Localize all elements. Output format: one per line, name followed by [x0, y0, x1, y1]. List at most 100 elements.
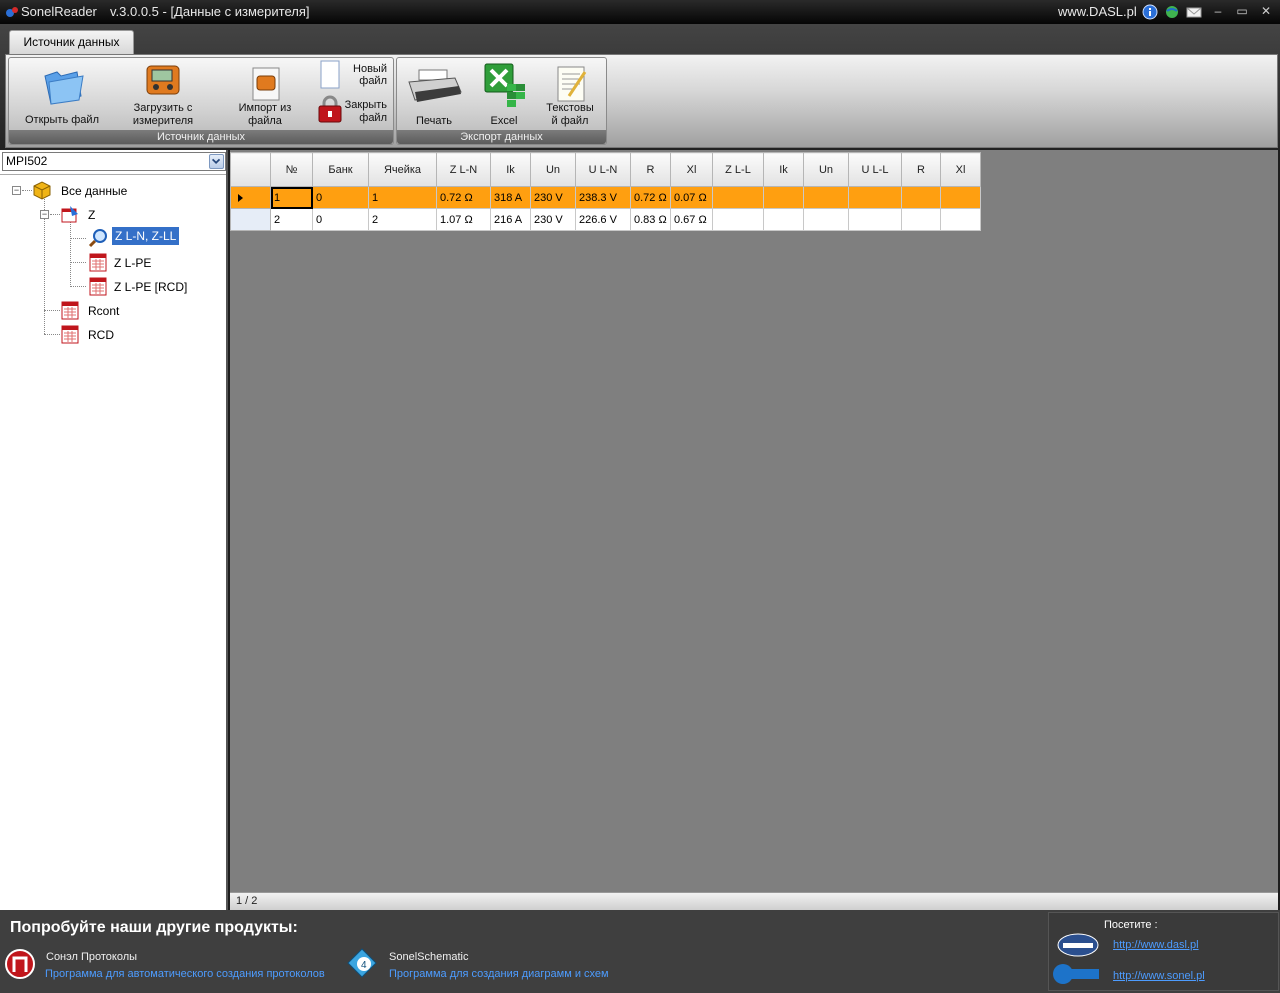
load-from-meter-button[interactable]: Загрузить с измерителя — [123, 62, 203, 128]
meter-device-icon — [146, 65, 180, 95]
database-box-icon — [33, 181, 51, 200]
product-protocols-name[interactable]: Сонэл Протоколы — [46, 951, 137, 963]
table-cell[interactable]: 226.6 V — [575, 208, 631, 231]
tab-data-source[interactable]: Источник данных — [9, 30, 134, 54]
promo-title: Попробуйте наши другие продукты: — [10, 919, 298, 936]
product-schematic-name[interactable]: SonelSchematic — [389, 951, 469, 963]
table-cell[interactable] — [940, 186, 981, 209]
table-row[interactable]: 1 0 1 0.72 Ω 318 A 230 V 238.3 V 0.72 Ω … — [230, 186, 981, 209]
table-cell[interactable] — [848, 186, 902, 209]
visit-title: Посетите : — [1104, 919, 1158, 931]
table-row[interactable]: 2 0 2 1.07 Ω 216 A 230 V 226.6 V 0.83 Ω … — [230, 208, 981, 231]
table-cell[interactable] — [901, 186, 941, 209]
table-cell[interactable] — [763, 208, 804, 231]
sonel-schematic-icon[interactable]: 4 — [346, 947, 378, 979]
tree-node-rcont[interactable]: Rcont — [88, 304, 119, 318]
table-cell[interactable]: 216 A — [490, 208, 531, 231]
table-cell[interactable] — [803, 186, 849, 209]
print-label: Печать — [415, 115, 453, 127]
table-cell[interactable] — [940, 208, 981, 231]
table-cell[interactable] — [712, 186, 764, 209]
tree-node-zln-zll[interactable]: Z L-N, Z-LL — [112, 227, 180, 245]
table-cell[interactable]: 0 — [312, 208, 369, 231]
table-cell[interactable]: 1 — [368, 186, 437, 209]
maximize-button[interactable]: ▭ — [1234, 3, 1250, 19]
tree-node-zlpe-rcd[interactable]: Z L-PE [RCD] — [114, 280, 187, 294]
table-cell[interactable]: 0 — [312, 186, 369, 209]
table-cell[interactable]: 230 V — [530, 186, 576, 209]
data-source-group: Источник данных Открыть файл Загрузить с… — [8, 57, 394, 145]
data-grid-area: № Банк Ячейка Z L-N Ik Un U L-N R Xl Z L… — [230, 150, 1278, 892]
table-cell[interactable] — [712, 208, 764, 231]
table-cell[interactable]: 0.67 Ω — [670, 208, 713, 231]
column-header[interactable]: Банк — [312, 152, 369, 187]
folder-open-icon — [44, 71, 84, 105]
product-protocols-description[interactable]: Программа для автоматического создания п… — [45, 968, 325, 980]
print-button[interactable]: Печать — [401, 62, 467, 128]
table-cell[interactable]: 318 A — [490, 186, 531, 209]
tree-node-all-data[interactable]: Все данные — [61, 184, 127, 198]
table-cell[interactable] — [763, 186, 804, 209]
table-cell[interactable]: 0.07 Ω — [670, 186, 713, 209]
column-header[interactable]: Xl — [670, 152, 713, 187]
table-cell[interactable]: 2 — [270, 208, 313, 231]
mail-icon[interactable] — [1186, 4, 1202, 20]
table-cell[interactable] — [803, 208, 849, 231]
column-header[interactable]: U L-L — [848, 152, 902, 187]
column-header[interactable]: R — [630, 152, 671, 187]
sonel-logo — [1053, 964, 1099, 984]
sonel-link[interactable]: http://www.sonel.pl — [1113, 970, 1205, 982]
site-link[interactable]: www.DASL.pl — [1058, 4, 1137, 19]
column-header[interactable]: Un — [803, 152, 849, 187]
column-header[interactable]: Xl — [940, 152, 981, 187]
excel-button[interactable]: Excel — [471, 62, 537, 128]
row-header[interactable] — [230, 186, 271, 209]
text-file-icon — [557, 66, 587, 102]
tree-node-zlpe[interactable]: Z L-PE — [114, 256, 151, 270]
table-sheet-icon — [61, 325, 79, 344]
table-cell[interactable]: 0.72 Ω — [630, 186, 671, 209]
info-icon[interactable] — [1142, 4, 1158, 20]
table-cell[interactable]: 1 — [270, 186, 313, 209]
product-schematic-description[interactable]: Программа для создания диаграмм и схем — [389, 968, 609, 980]
sonel-app-icon — [6, 7, 18, 17]
open-file-button[interactable]: Открыть файл — [17, 62, 107, 128]
table-cell[interactable]: 2 — [368, 208, 437, 231]
column-header[interactable]: Z L-L — [712, 152, 764, 187]
globe-icon[interactable] — [1164, 4, 1180, 20]
table-cell[interactable]: 1.07 Ω — [436, 208, 491, 231]
column-header[interactable]: Z L-N — [436, 152, 491, 187]
column-header[interactable]: U L-N — [575, 152, 631, 187]
row-header[interactable] — [230, 208, 271, 231]
import-from-file-button[interactable]: Импорт из файла — [225, 62, 305, 128]
column-header[interactable]: Un — [530, 152, 576, 187]
table-cell[interactable] — [848, 208, 902, 231]
table-cell[interactable]: 230 V — [530, 208, 576, 231]
column-header[interactable]: № — [270, 152, 313, 187]
sonel-protocols-icon[interactable] — [4, 948, 36, 980]
table-header-row: № Банк Ячейка Z L-N Ik Un U L-N R Xl Z L… — [230, 152, 981, 187]
column-header[interactable]: R — [901, 152, 941, 187]
column-header[interactable]: Ik — [763, 152, 804, 187]
minimize-button[interactable]: – — [1210, 3, 1226, 19]
text-file-button[interactable]: Текстовы й файл — [537, 62, 603, 128]
chevron-down-icon[interactable] — [209, 154, 224, 169]
printer-icon — [408, 69, 462, 102]
import-from-file-label-1: Импорт из — [238, 102, 292, 114]
close-file-button[interactable]: Закрыть файл — [315, 94, 391, 126]
tree-node-z[interactable]: Z — [88, 208, 95, 222]
device-select[interactable]: MPI502 — [2, 152, 226, 171]
table-cell[interactable]: 0.72 Ω — [436, 186, 491, 209]
column-header[interactable]: Ячейка — [368, 152, 437, 187]
table-cell[interactable]: 0.83 Ω — [630, 208, 671, 231]
data-source-group-caption: Источник данных — [9, 130, 393, 144]
dasl-link[interactable]: http://www.dasl.pl — [1113, 939, 1199, 951]
table-cell[interactable] — [901, 208, 941, 231]
tree-node-rcd[interactable]: RCD — [88, 328, 114, 342]
collapse-z-icon[interactable]: − — [40, 210, 49, 219]
collapse-root-icon[interactable]: − — [12, 186, 21, 195]
column-header[interactable]: Ik — [490, 152, 531, 187]
close-button[interactable]: ✕ — [1258, 3, 1274, 19]
table-cell[interactable]: 238.3 V — [575, 186, 631, 209]
new-file-button[interactable]: Новый файл — [315, 60, 391, 90]
